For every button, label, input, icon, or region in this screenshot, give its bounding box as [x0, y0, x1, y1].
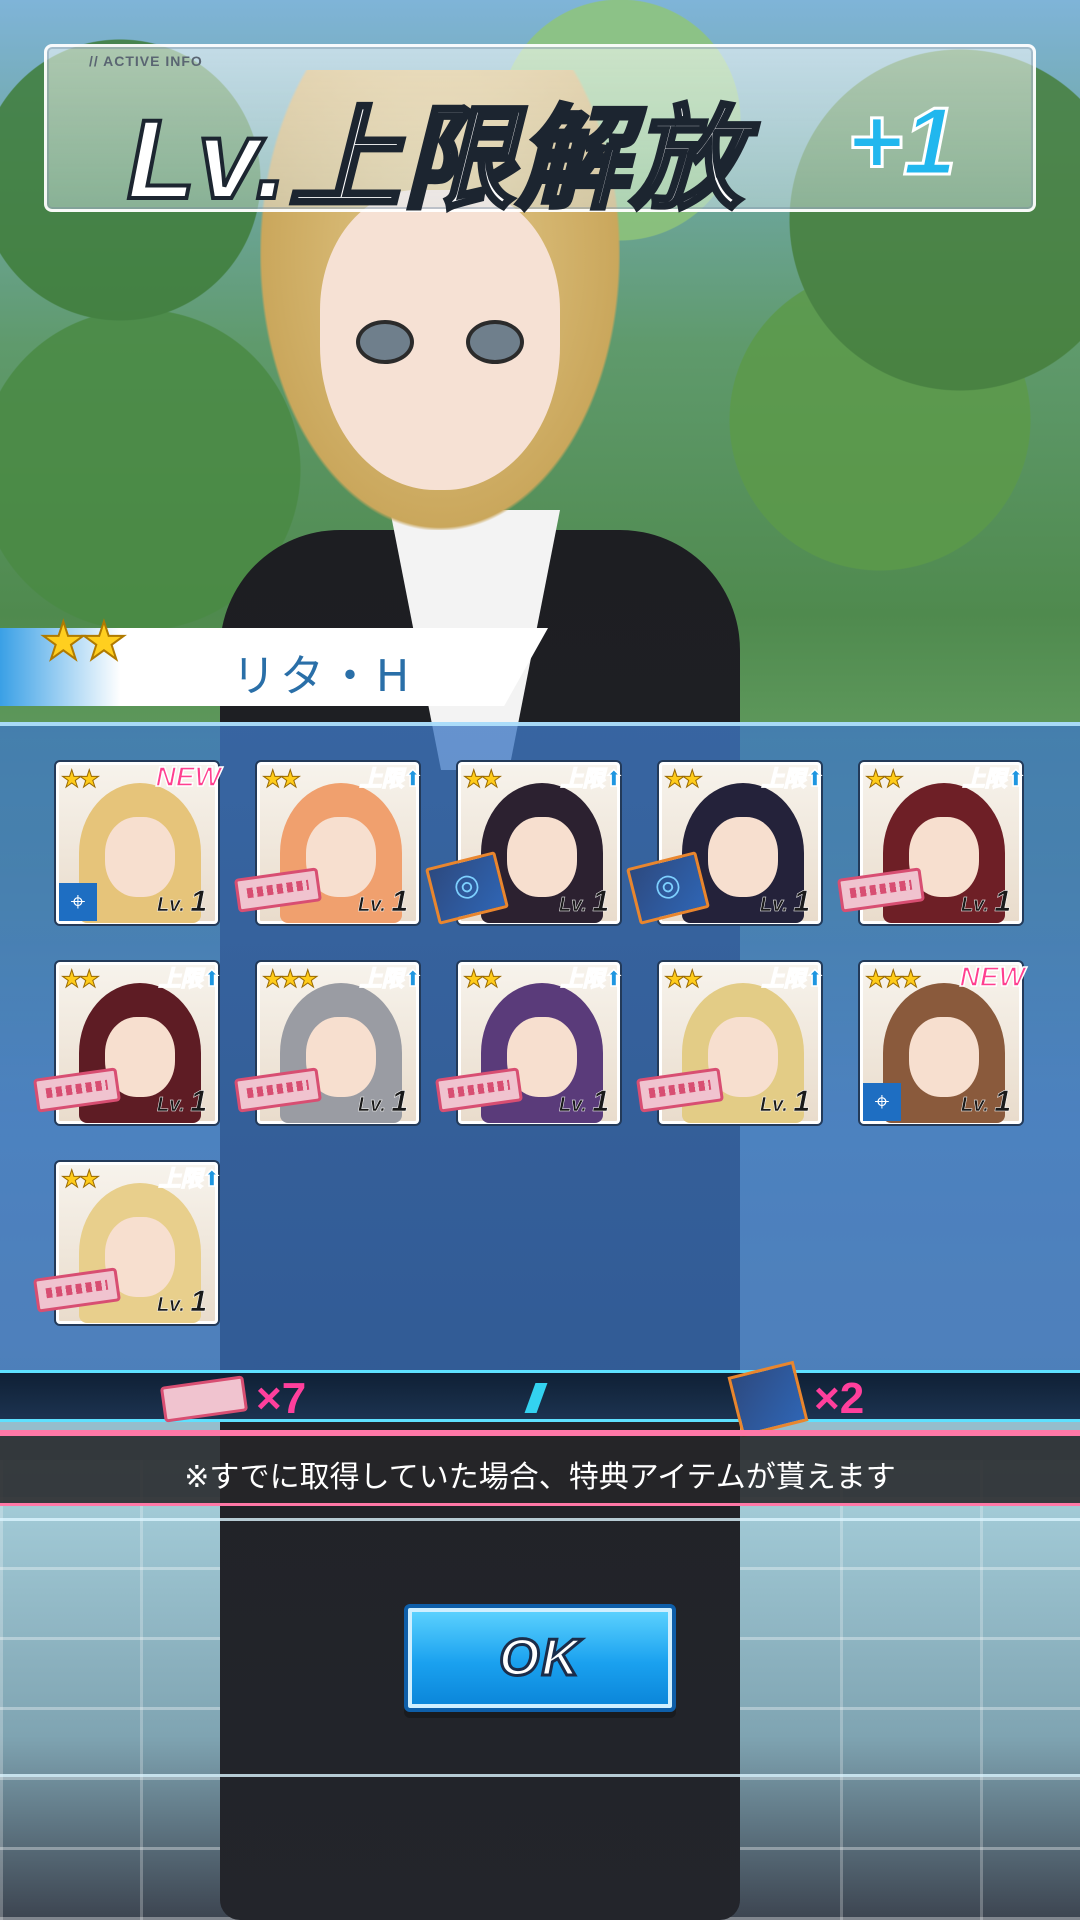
card-level-prefix: Lv.	[558, 894, 587, 917]
card-level-value: 1	[391, 885, 408, 919]
limit-up-badge: 上限⬆	[761, 766, 825, 793]
ok-button-label: OK	[498, 1628, 581, 1689]
character-card[interactable]: ★★ 上限⬆ Lv. 1	[435, 962, 624, 1124]
character-card[interactable]: ★★ 上限⬆ Lv. 1	[33, 962, 222, 1124]
limit-up-badge: 上限⬆	[560, 966, 624, 993]
character-card[interactable]: ★★ 上限⬆ Lv. 1	[837, 762, 1026, 924]
card-level-prefix: Lv.	[156, 1294, 185, 1317]
character-card[interactable]: ★★ 上限⬆ Lv. 1	[33, 1162, 222, 1324]
card-panel: ★★ NEW ⌖ Lv. 1 ★★ 上限⬆ Lv. 1 ★★ 上限⬆ Lv. 1 ★★ 上限⬆ Lv. …	[0, 722, 1080, 1370]
character-card[interactable]: ★★ 上限⬆ Lv. 1	[626, 762, 825, 925]
new-badge: NEW	[155, 760, 222, 793]
card-level: Lv. 1	[357, 1085, 409, 1119]
limit-up-badge: 上限⬆	[359, 766, 423, 793]
card-level: Lv. 1	[759, 885, 811, 919]
title-small-label: // ACTIVE INFO	[89, 53, 203, 69]
frame-line-bottom	[0, 1774, 1080, 1777]
card-rarity-stars: ★★	[663, 965, 703, 994]
character-eye-left	[356, 320, 414, 364]
reward-book-count: ×2	[814, 1374, 865, 1423]
card-rarity-stars: ★★	[864, 765, 904, 794]
frame-line-top	[0, 1518, 1080, 1521]
card-rarity-stars: ★★	[60, 965, 100, 994]
reward-separator	[524, 1383, 548, 1413]
card-rarity-stars: ★★★	[865, 965, 923, 994]
limit-up-badge: 上限⬆	[158, 966, 222, 993]
card-rarity-stars: ★★★	[262, 965, 320, 994]
card-level-value: 1	[592, 1085, 609, 1119]
character-card[interactable]: ★★ 上限⬆ Lv. 1	[234, 762, 423, 924]
card-level-value: 1	[793, 1085, 810, 1119]
card-level: Lv. 1	[558, 1085, 610, 1119]
new-badge: NEW	[959, 960, 1026, 993]
limit-up-badge: 上限⬆	[761, 966, 825, 993]
character-face	[320, 190, 560, 490]
card-level: Lv. 1	[156, 1285, 208, 1319]
card-level-value: 1	[793, 885, 810, 919]
ticket-icon	[159, 1375, 249, 1423]
card-level-prefix: Lv.	[558, 1094, 587, 1117]
character-name: リタ・H	[232, 651, 414, 702]
reward-ticket-count: ×7	[256, 1374, 307, 1423]
notice-bar: ※すでに取得していた場合、特典アイテムが貰えます	[0, 1430, 1080, 1506]
card-level-prefix: Lv.	[357, 894, 386, 917]
character-card[interactable]: ★★ 上限⬆ Lv. 1	[636, 962, 825, 1124]
limit-up-badge: 上限⬆	[158, 1166, 222, 1193]
card-level: Lv. 1	[357, 885, 409, 919]
card-rarity-stars: ★★	[663, 765, 703, 794]
card-level-value: 1	[190, 1285, 207, 1319]
card-level-prefix: Lv.	[960, 1094, 989, 1117]
card-level-value: 1	[592, 885, 609, 919]
title-banner: // ACTIVE INFO Lv.上限解放 +1	[44, 44, 1036, 224]
card-level: Lv. 1	[960, 1085, 1012, 1119]
card-rarity-stars: ★★	[462, 765, 502, 794]
card-level-prefix: Lv.	[357, 1094, 386, 1117]
limit-up-badge: 上限⬆	[359, 966, 423, 993]
reward-ticket: ×7	[159, 1374, 307, 1423]
character-eye-right	[466, 320, 524, 364]
card-level: Lv. 1	[960, 885, 1012, 919]
ok-button[interactable]: OK	[404, 1604, 676, 1712]
type-icon: ⌖	[59, 883, 97, 921]
card-level-prefix: Lv.	[960, 894, 989, 917]
card-level-value: 1	[391, 1085, 408, 1119]
reward-bar: ×7 ×2	[0, 1360, 1080, 1438]
card-level-value: 1	[190, 1085, 207, 1119]
limit-up-badge: 上限⬆	[962, 766, 1026, 793]
card-rarity-stars: ★★	[60, 765, 100, 794]
card-level-prefix: Lv.	[759, 1094, 788, 1117]
card-level-value: 1	[994, 1085, 1011, 1119]
character-card[interactable]: ★★★ 上限⬆ Lv. 1	[234, 962, 423, 1124]
card-level-prefix: Lv.	[156, 1094, 185, 1117]
card-rarity-stars: ★★	[60, 1165, 100, 1194]
card-level-prefix: Lv.	[156, 894, 185, 917]
character-card[interactable]: ★★ 上限⬆ Lv. 1	[425, 762, 624, 925]
character-card[interactable]: ★★★ NEW ⌖ Lv. 1	[860, 960, 1026, 1124]
character-card[interactable]: ★★ NEW ⌖ Lv. 1	[56, 760, 222, 924]
type-icon: ⌖	[863, 1083, 901, 1121]
notice-text: ※すでに取得していた場合、特典アイテムが貰えます	[184, 1460, 896, 1495]
card-rarity-stars: ★★	[261, 765, 301, 794]
reward-book: ×2	[727, 1360, 865, 1438]
card-rarity-stars: ★★	[462, 965, 502, 994]
character-rarity-stars: ★★	[39, 611, 128, 673]
card-level-value: 1	[994, 885, 1011, 919]
card-level-prefix: Lv.	[759, 894, 788, 917]
page-title: Lv.上限解放	[125, 95, 745, 224]
card-level: Lv. 1	[156, 1085, 208, 1119]
card-level: Lv. 1	[156, 885, 208, 919]
limit-up-badge: 上限⬆	[560, 766, 624, 793]
card-level-value: 1	[190, 885, 207, 919]
card-level: Lv. 1	[558, 885, 610, 919]
card-level: Lv. 1	[759, 1085, 811, 1119]
title-plus-value: +1	[845, 87, 957, 197]
